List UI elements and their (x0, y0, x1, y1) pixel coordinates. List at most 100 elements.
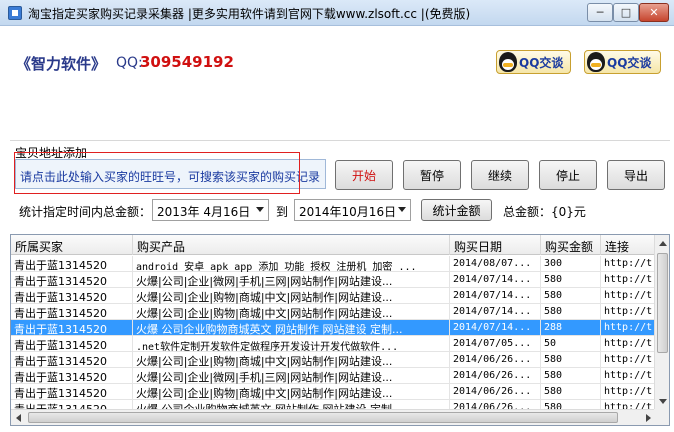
scroll-thumb[interactable] (657, 253, 668, 353)
buyer-cell: 青出于蓝1314520 (11, 272, 133, 288)
buyer-cell: 青出于蓝1314520 (11, 352, 133, 368)
buyer-id-input[interactable]: 请点击此处输入买家的旺旺号，可搜索该买家的购买记录 (15, 159, 326, 189)
scroll-corner (654, 409, 669, 425)
qq-penguin-icon (587, 52, 605, 72)
scroll-left-icon[interactable] (16, 414, 21, 422)
to-date-picker[interactable]: 2014年10月16日 (294, 199, 411, 221)
buyer-cell: 青出于蓝1314520 (11, 320, 133, 336)
qq-chat-button-2[interactable]: QQ交谈 (584, 50, 661, 74)
qq-chat-label: QQ交谈 (519, 55, 564, 70)
amount-cell: 580 (541, 352, 601, 368)
product-cell: .net软件定制开发软件定做程序开发设计开发代做软件... (133, 336, 450, 352)
amount-cell: 288 (541, 320, 601, 336)
column-header-amount[interactable]: 购买金额 (541, 235, 601, 255)
date-cell: 2014/06/26... (450, 368, 541, 384)
qq-number: 309549192 (140, 53, 234, 71)
column-header-buyer[interactable]: 所属买家 (11, 235, 133, 255)
date-cell: 2014/07/14... (450, 320, 541, 336)
buyer-cell: 青出于蓝1314520 (11, 256, 133, 272)
table-row[interactable]: 青出于蓝1314520 火爆|公司|企业|微网|手机|三网|网站制作|网站建设..… (11, 272, 656, 288)
table-header: 所属买家 购买产品 购买日期 购买金额 连接 (11, 235, 656, 255)
link-cell: http://t (601, 320, 656, 336)
to-label: 到 (276, 205, 289, 219)
qq-chat-label: QQ交谈 (607, 55, 652, 70)
stop-button[interactable]: 停止 (539, 160, 597, 190)
scroll-right-icon[interactable] (646, 414, 651, 422)
stats-label: 统计指定时间内总金额： (19, 205, 152, 219)
table-row[interactable]: 青出于蓝1314520 火爆|公司|企业|购物|商城|中文|网站制作|网站建设..… (11, 288, 656, 304)
vertical-scrollbar[interactable] (654, 235, 669, 410)
chevron-down-icon[interactable] (256, 207, 264, 212)
date-cell: 2014/08/07... (450, 256, 541, 272)
link-cell: http://t (601, 384, 656, 400)
product-cell: 火爆 公司企业购物商城英文 网站制作 网站建设 定制... (133, 320, 450, 336)
product-cell: 火爆|公司|企业|购物|商城|中文|网站制作|网站建设... (133, 352, 450, 368)
scroll-up-icon[interactable] (659, 241, 667, 246)
column-header-product[interactable]: 购买产品 (133, 235, 450, 255)
maximize-button[interactable]: □ (613, 3, 639, 22)
buyer-cell: 青出于蓝1314520 (11, 336, 133, 352)
date-cell: 2014/07/14... (450, 272, 541, 288)
start-button[interactable]: 开始 (335, 160, 393, 190)
buyer-cell: 青出于蓝1314520 (11, 368, 133, 384)
buyer-cell: 青出于蓝1314520 (11, 384, 133, 400)
app-icon (8, 6, 22, 20)
table-row[interactable]: 青出于蓝1314520火爆 公司企业购物商城英文 网站制作 网站建设 定制...… (11, 320, 656, 336)
product-cell: 火爆|公司|企业|购物|商城|中文|网站制作|网站建设... (133, 384, 450, 400)
amount-cell: 580 (541, 384, 601, 400)
scroll-thumb[interactable] (28, 412, 618, 423)
chevron-down-icon[interactable] (398, 207, 406, 212)
link-cell: http://t (601, 304, 656, 320)
link-cell: http://t (601, 352, 656, 368)
product-cell: 火爆|公司|企业|购物|商城|中文|网站制作|网站建设... (133, 304, 450, 320)
table-row[interactable]: 青出于蓝1314520 .net软件定制开发软件定做程序开发设计开发代做软件...… (11, 336, 656, 352)
product-cell: android 安卓 apk app 添加 功能 授权 注册机 加密 ... (133, 256, 450, 272)
brand-name: 《智力软件》 (16, 55, 107, 73)
buyer-cell: 青出于蓝1314520 (11, 288, 133, 304)
link-cell: http://t (601, 368, 656, 384)
qq-penguin-icon (499, 52, 517, 72)
to-date-value: 2014年10月16日 (299, 205, 397, 219)
product-cell: 火爆|公司|企业|微网|手机|三网|网站制作|网站建设... (133, 272, 450, 288)
export-button[interactable]: 导出 (607, 160, 665, 190)
amount-cell: 580 (541, 304, 601, 320)
divider (10, 140, 670, 141)
close-button[interactable]: ✕ (639, 3, 669, 22)
table-row[interactable]: 青出于蓝1314520 火爆|公司|企业|购物|商城|中文|网站制作|网站建设..… (11, 304, 656, 320)
link-cell: http://t (601, 288, 656, 304)
table-row[interactable]: 青出于蓝1314520 火爆|公司|企业|购物|商城|中文|网站制作|网站建设..… (11, 352, 656, 368)
link-cell: http://t (601, 272, 656, 288)
from-date-value: 2013年 4月16日 (157, 205, 251, 219)
purchase-records-table[interactable]: 所属买家 购买产品 购买日期 购买金额 连接 青出于蓝1314520 androi… (10, 234, 670, 426)
continue-button[interactable]: 继续 (471, 160, 529, 190)
product-cell: 火爆|公司|企业|微网|手机|三网|网站制作|网站建设... (133, 368, 450, 384)
amount-cell: 580 (541, 288, 601, 304)
date-cell: 2014/07/14... (450, 304, 541, 320)
date-cell: 2014/07/05... (450, 336, 541, 352)
from-date-picker[interactable]: 2013年 4月16日 (152, 199, 269, 221)
table-row[interactable]: 青出于蓝1314520 火爆|公司|企业|购物|商城|中文|网站制作|网站建设..… (11, 384, 656, 400)
minimize-button[interactable]: ─ (587, 3, 613, 22)
column-header-date[interactable]: 购买日期 (450, 235, 541, 255)
horizontal-scrollbar[interactable] (11, 409, 656, 425)
pause-button[interactable]: 暂停 (403, 160, 461, 190)
link-cell: http://t (601, 256, 656, 272)
qq-label: QQ: (116, 55, 143, 71)
column-header-link[interactable]: 连接 (601, 235, 656, 255)
table-row[interactable]: 青出于蓝1314520 android 安卓 apk app 添加 功能 授权 注… (11, 256, 656, 272)
amount-cell: 50 (541, 336, 601, 352)
date-cell: 2014/06/26... (450, 352, 541, 368)
amount-cell: 580 (541, 272, 601, 288)
date-cell: 2014/07/14... (450, 288, 541, 304)
table-row[interactable]: 青出于蓝1314520 火爆|公司|企业|微网|手机|三网|网站制作|网站建设..… (11, 368, 656, 384)
title-bar[interactable]: 淘宝指定买家购买记录采集器 |更多实用软件请到官网下载www.zlsoft.cc… (0, 0, 674, 26)
qq-chat-button-1[interactable]: QQ交谈 (496, 50, 571, 74)
buyer-cell: 青出于蓝1314520 (11, 304, 133, 320)
total-amount: 总金额：{0}元 (503, 205, 586, 219)
amount-cell: 580 (541, 368, 601, 384)
date-cell: 2014/06/26... (450, 384, 541, 400)
calculate-total-button[interactable]: 统计金额 (421, 199, 492, 221)
amount-cell: 300 (541, 256, 601, 272)
link-cell: http://t (601, 336, 656, 352)
scroll-down-icon[interactable] (659, 399, 667, 404)
